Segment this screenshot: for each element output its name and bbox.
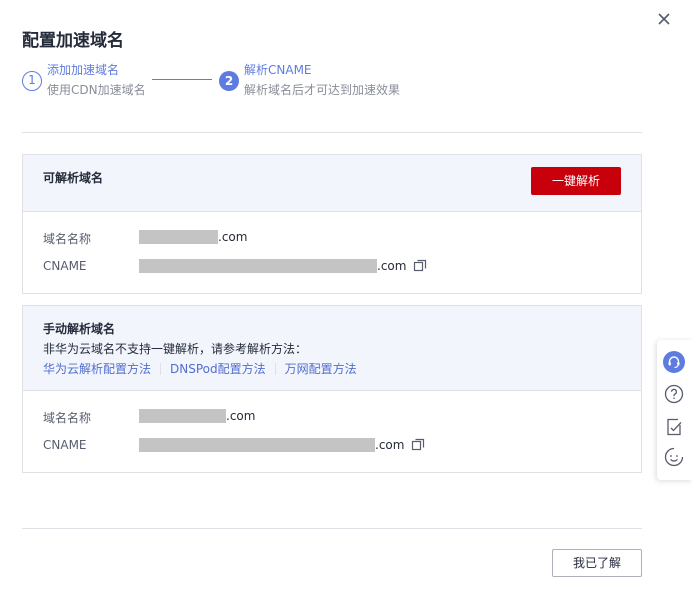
floating-toolbar <box>657 340 692 480</box>
copy-icon[interactable] <box>411 438 425 452</box>
step-number-2: 2 <box>219 71 239 91</box>
cname-value: .com <box>139 438 425 452</box>
feedback-icon[interactable] <box>663 416 685 438</box>
masked-text <box>139 409 226 423</box>
step-connector <box>152 79 212 80</box>
smile-icon[interactable] <box>663 446 685 468</box>
manual-desc: 非华为云域名不支持一键解析，请参考解析方法： <box>43 342 308 356</box>
step-desc: 解析域名后才可达到加速效果 <box>244 83 401 97</box>
resolvable-domains-panel: 可解析域名 一键解析 域名名称 .com CNAME .com <box>22 154 642 294</box>
domain-name-value: .com <box>139 230 247 244</box>
cname-value: .com <box>139 259 427 273</box>
panel-title: 手动解析域名 <box>43 322 116 336</box>
configure-domain-dialog: 配置加速域名 1 添加加速域名 使用CDN加速域名 2 解析CNAME 解析域名… <box>0 0 692 599</box>
panel-header: 手动解析域名 非华为云域名不支持一键解析，请参考解析方法： 华为云解析配置方法 D… <box>23 306 641 391</box>
close-icon[interactable] <box>655 10 673 28</box>
domain-name-label: 域名名称 <box>43 411 92 425</box>
domain-suffix: .com <box>218 230 248 244</box>
help-icon[interactable] <box>663 383 685 405</box>
step-desc: 使用CDN加速域名 <box>47 83 146 97</box>
masked-text <box>139 230 218 244</box>
domain-suffix: .com <box>226 409 256 423</box>
domain-name-value: .com <box>139 409 255 423</box>
link-separator <box>160 363 162 375</box>
step-indicator: 1 添加加速域名 使用CDN加速域名 2 解析CNAME 解析域名后才可达到加速… <box>22 62 642 102</box>
customer-service-icon[interactable] <box>663 351 685 373</box>
masked-text <box>139 259 377 273</box>
method-links: 华为云解析配置方法 DNSPod配置方法 万网配置方法 <box>43 360 357 377</box>
manual-resolve-panel: 手动解析域名 非华为云域名不支持一键解析，请参考解析方法： 华为云解析配置方法 D… <box>22 305 642 473</box>
one-click-resolve-button[interactable]: 一键解析 <box>531 167 621 195</box>
divider <box>22 132 642 133</box>
dnspod-link[interactable]: DNSPod配置方法 <box>170 362 266 376</box>
panel-header: 可解析域名 一键解析 <box>23 155 641 212</box>
cname-suffix: .com <box>375 438 405 452</box>
cname-label: CNAME <box>43 438 87 452</box>
cname-suffix: .com <box>377 259 407 273</box>
huawei-cloud-dns-link[interactable]: 华为云解析配置方法 <box>43 362 151 376</box>
dialog-title: 配置加速域名 <box>22 31 124 51</box>
cname-label: CNAME <box>43 259 87 273</box>
divider <box>22 528 642 529</box>
step-name: 添加加速域名 <box>47 63 120 77</box>
acknowledge-button[interactable]: 我已了解 <box>552 549 642 577</box>
wanwang-link[interactable]: 万网配置方法 <box>285 362 357 376</box>
copy-icon[interactable] <box>413 259 427 273</box>
panel-title: 可解析域名 <box>43 171 104 185</box>
masked-text <box>139 438 375 452</box>
domain-name-label: 域名名称 <box>43 232 92 246</box>
link-separator <box>274 363 276 375</box>
step-number-1: 1 <box>22 71 42 91</box>
step-name: 解析CNAME <box>244 63 312 77</box>
